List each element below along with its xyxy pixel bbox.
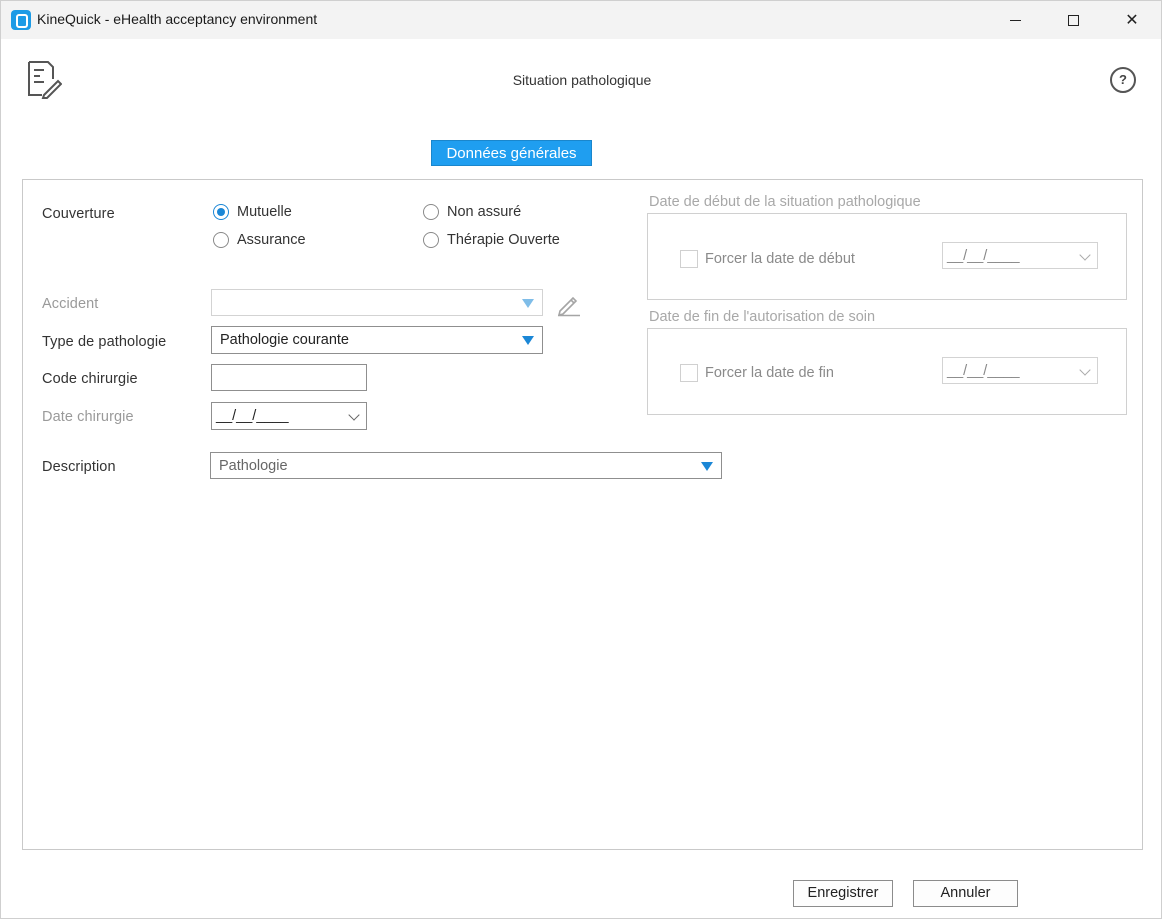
- maximize-button[interactable]: [1044, 1, 1102, 39]
- date-chirurgie-picker[interactable]: __/__/____: [211, 402, 367, 430]
- window-title: KineQuick - eHealth acceptancy environme…: [37, 11, 318, 27]
- minimize-icon: [1009, 19, 1021, 21]
- code-chirurgie-label: Code chirurgie: [42, 371, 138, 387]
- cancel-button[interactable]: Annuler: [913, 880, 1018, 907]
- date-chirurgie-label: Date chirurgie: [42, 409, 134, 425]
- date-chirurgie-value: __/__/____: [216, 408, 289, 424]
- radio-mutuelle[interactable]: Mutuelle: [213, 204, 292, 220]
- forcer-fin-box[interactable]: [680, 364, 698, 382]
- radio-mutuelle-dot[interactable]: [213, 204, 229, 220]
- radio-non-assure-dot[interactable]: [423, 204, 439, 220]
- title-bar[interactable]: KineQuick - eHealth acceptancy environme…: [1, 1, 1161, 39]
- radio-therapie-ouverte-dot[interactable]: [423, 232, 439, 248]
- chevron-down-icon: [1079, 248, 1091, 261]
- maximize-icon: [1067, 14, 1079, 26]
- dropdown-arrow-icon: [701, 461, 713, 471]
- fin-group-title: Date de fin de l'autorisation de soin: [649, 309, 876, 325]
- chevron-down-icon: [348, 409, 360, 421]
- debut-date-value: __/__/____: [947, 247, 1020, 264]
- close-button[interactable]: ✕: [1103, 1, 1161, 39]
- save-button[interactable]: Enregistrer: [793, 880, 893, 907]
- page-title: Situation pathologique: [512, 72, 652, 88]
- app-icon: [11, 10, 31, 30]
- radio-therapie-ouverte[interactable]: Thérapie Ouverte: [423, 232, 560, 248]
- radio-therapie-ouverte-label: Thérapie Ouverte: [447, 232, 560, 248]
- radio-mutuelle-label: Mutuelle: [237, 204, 292, 220]
- dropdown-arrow-icon: [522, 298, 534, 308]
- debut-group-title: Date de début de la situation pathologiq…: [649, 194, 921, 210]
- debut-date-picker[interactable]: __/__/____: [942, 242, 1098, 269]
- code-chirurgie-input[interactable]: [211, 364, 367, 391]
- chevron-down-icon: [1079, 363, 1091, 376]
- pencil-icon[interactable]: [556, 291, 582, 317]
- radio-assurance[interactable]: Assurance: [213, 232, 306, 248]
- accident-select[interactable]: [211, 289, 543, 316]
- type-pathologie-value: Pathologie courante: [220, 332, 349, 348]
- radio-non-assure-label: Non assuré: [447, 204, 522, 220]
- accident-label: Accident: [42, 296, 99, 312]
- couverture-label: Couverture: [42, 206, 115, 222]
- radio-assurance-label: Assurance: [237, 232, 306, 248]
- fin-date-picker[interactable]: __/__/____: [942, 357, 1098, 384]
- type-pathologie-label: Type de pathologie: [42, 334, 167, 350]
- fin-date-value: __/__/____: [947, 362, 1020, 379]
- tab-donnees-generales[interactable]: Données générales: [431, 140, 592, 166]
- dropdown-arrow-icon: [522, 336, 534, 345]
- forcer-fin-checkbox[interactable]: Forcer la date de fin: [680, 364, 834, 382]
- help-icon[interactable]: ?: [1110, 67, 1136, 93]
- radio-non-assure[interactable]: Non assuré: [423, 204, 521, 220]
- description-value: Pathologie: [219, 457, 288, 474]
- close-icon: ✕: [1125, 12, 1139, 29]
- forcer-debut-label: Forcer la date de début: [705, 251, 855, 267]
- radio-assurance-dot[interactable]: [213, 232, 229, 248]
- forcer-debut-box[interactable]: [680, 250, 698, 268]
- forcer-debut-checkbox[interactable]: Forcer la date de début: [680, 250, 855, 268]
- forcer-fin-label: Forcer la date de fin: [705, 365, 834, 381]
- type-pathologie-select[interactable]: Pathologie courante: [211, 326, 543, 354]
- minimize-button[interactable]: [986, 1, 1044, 39]
- dialog-window: KineQuick - eHealth acceptancy environme…: [0, 0, 1162, 919]
- description-select[interactable]: Pathologie: [210, 452, 722, 479]
- description-label: Description: [42, 459, 116, 475]
